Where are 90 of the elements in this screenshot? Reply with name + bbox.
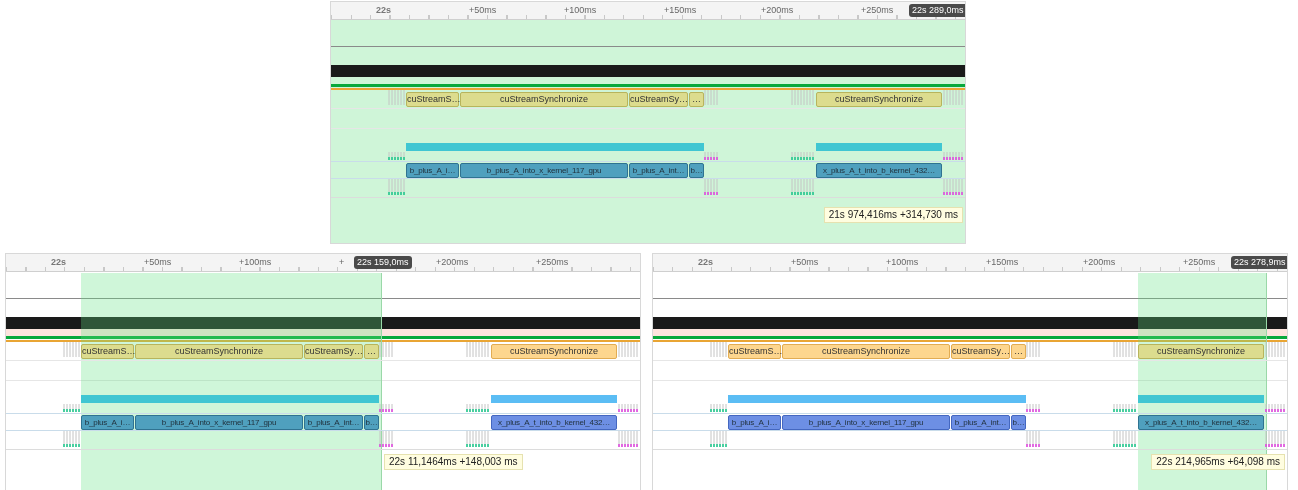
event-marks-drawing	[943, 179, 965, 195]
api-call-span[interactable]: cuStreamS…	[406, 92, 459, 107]
event-marks-drawing	[379, 404, 394, 412]
api-call-span[interactable]: cuStreamS…	[728, 344, 781, 359]
event-marks-drawing	[710, 342, 727, 357]
event-marks-drawing	[379, 431, 394, 447]
kernel-span[interactable]: x_plus_A_t_into_b_kernel_432…	[491, 415, 617, 430]
tick-label: +250ms	[861, 5, 894, 16]
event-marks-drawing	[1265, 431, 1287, 447]
tick-label: +	[339, 257, 345, 268]
api-call-span[interactable]: cuStreamSynchronize	[816, 92, 942, 107]
tick-label: +100ms	[564, 5, 597, 16]
event-marks-drawing	[466, 342, 490, 357]
tick-label: +250ms	[536, 257, 569, 268]
event-marks-drawing	[1113, 404, 1137, 412]
event-marks-drawing	[63, 404, 80, 412]
kernel-span[interactable]: b_plus_A_i…	[728, 415, 781, 430]
tick-label: +50ms	[144, 257, 172, 268]
event-marks-drawing	[466, 431, 490, 447]
api-call-span[interactable]: cuStreamSynchronize	[782, 344, 950, 359]
event-marks-drawing	[704, 90, 719, 105]
event-marks-drawing	[710, 404, 727, 412]
event-marks-drawing	[388, 152, 405, 160]
event-marks-drawing	[379, 342, 394, 357]
event-marks-drawing	[388, 179, 405, 195]
kernel-span[interactable]: b_plus_A_int…	[304, 415, 363, 430]
event-marks-drawing	[618, 342, 640, 357]
cursor-time-label: 22s 278,9ms	[1231, 256, 1287, 269]
tick-label: +250ms	[1183, 257, 1216, 268]
kernel-span[interactable]: b_plus_A_int…	[629, 163, 688, 178]
api-call-span[interactable]: …	[364, 344, 379, 359]
kernel-span[interactable]: b_plus_A_into_x_kernel_117_gpu	[135, 415, 303, 430]
event-marks-drawing	[704, 152, 719, 160]
event-marks-drawing	[710, 431, 727, 447]
time-range-tooltip: 22s 214,965ms +64,098 ms	[1151, 454, 1285, 470]
tick-label: +50ms	[469, 5, 497, 16]
event-marks-drawing	[1026, 431, 1041, 447]
event-marks-drawing	[1265, 342, 1287, 357]
cursor-time-label: 22s 289,0ms	[909, 4, 965, 17]
event-marks-drawing	[1113, 431, 1137, 447]
kernel-span[interactable]: x_plus_A_t_into_b_kernel_432…	[816, 163, 942, 178]
event-marks-drawing	[618, 431, 640, 447]
event-marks-drawing	[388, 90, 405, 105]
time-range-tooltip: 21s 974,416ms +314,730 ms	[823, 207, 963, 223]
event-marks-drawing	[943, 90, 965, 105]
kernel-span[interactable]: b_plus_A_into_x_kernel_117_gpu	[782, 415, 950, 430]
kernel-span[interactable]: b…	[1011, 415, 1026, 430]
kernel-span[interactable]: b…	[689, 163, 704, 178]
kernel-span[interactable]: x_plus_A_t_into_b_kernel_432…	[1138, 415, 1264, 430]
tick-label: +100ms	[239, 257, 272, 268]
event-marks-drawing	[943, 152, 965, 160]
kernel-span[interactable]: b_plus_A_int…	[951, 415, 1010, 430]
event-marks-drawing	[791, 179, 815, 195]
tick-label: +200ms	[1083, 257, 1116, 268]
api-call-span[interactable]: …	[689, 92, 704, 107]
tick-label: +200ms	[436, 257, 469, 268]
tick-label: 22s	[51, 257, 67, 268]
event-marks-drawing	[791, 90, 815, 105]
tick-label: 22s	[698, 257, 714, 268]
kernel-span[interactable]: b_plus_A_into_x_kernel_117_gpu	[460, 163, 628, 178]
api-call-span[interactable]: …	[1011, 344, 1026, 359]
event-marks-drawing	[1026, 342, 1041, 357]
kernel-span[interactable]: b_plus_A_i…	[81, 415, 134, 430]
api-call-span[interactable]: cuStreamS…	[81, 344, 134, 359]
tick-label: +200ms	[761, 5, 794, 16]
tick-label: +50ms	[791, 257, 819, 268]
event-marks-drawing	[1113, 342, 1137, 357]
event-marks-drawing	[466, 404, 490, 412]
api-call-span[interactable]: cuStreamSynchronize	[491, 344, 617, 359]
event-marks-drawing	[618, 404, 640, 412]
cursor-time-label: 22s 159,0ms	[354, 256, 412, 269]
kernel-span[interactable]: b…	[364, 415, 379, 430]
event-marks-drawing	[63, 431, 80, 447]
event-marks-drawing	[63, 342, 80, 357]
tick-label: +150ms	[664, 5, 697, 16]
tick-label: +100ms	[886, 257, 919, 268]
event-marks-drawing	[704, 179, 719, 195]
event-marks-drawing	[1026, 404, 1041, 412]
api-call-span[interactable]: cuStreamSynchronize	[135, 344, 303, 359]
event-marks-drawing	[1265, 404, 1287, 412]
api-call-span[interactable]: cuStreamSy…	[629, 92, 688, 107]
event-marks-drawing	[791, 152, 815, 160]
api-call-span[interactable]: cuStreamSynchronize	[460, 92, 628, 107]
api-call-span[interactable]: cuStreamSynchronize	[1138, 344, 1264, 359]
tick-label: 22s	[376, 5, 392, 16]
kernel-span[interactable]: b_plus_A_i…	[406, 163, 459, 178]
api-call-span[interactable]: cuStreamSy…	[304, 344, 363, 359]
api-call-span[interactable]: cuStreamSy…	[951, 344, 1010, 359]
tick-label: +150ms	[986, 257, 1019, 268]
time-range-tooltip: 22s 11,1464ms +148,003 ms	[384, 454, 523, 470]
